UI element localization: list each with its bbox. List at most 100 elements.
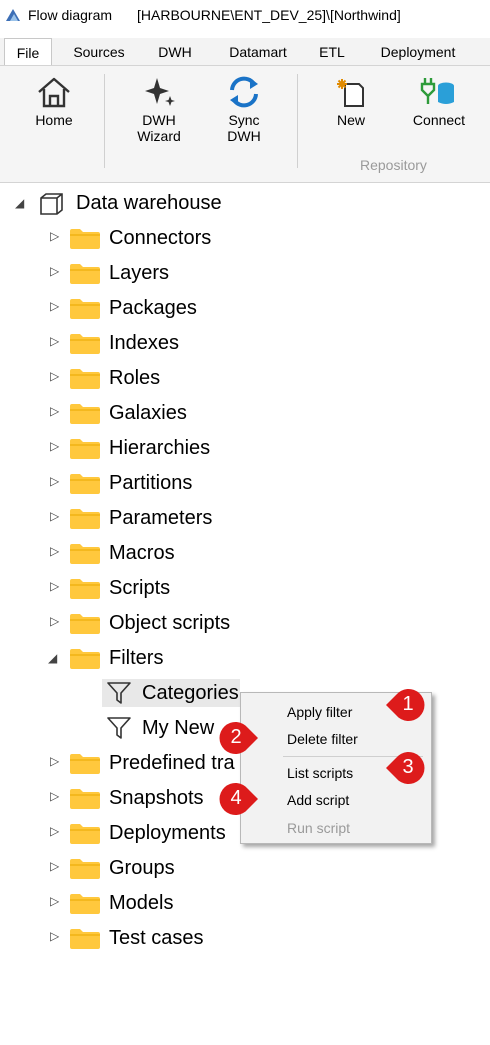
home-button[interactable]: Home (24, 74, 84, 128)
folder-icon (70, 614, 100, 634)
tree-item-label: Models (109, 892, 174, 914)
folder-icon (70, 404, 100, 424)
tree-item[interactable]: ▷ Indexes (0, 330, 300, 356)
expand-arrow-icon[interactable]: ▷ (50, 544, 59, 558)
tree-item[interactable]: ▷ Packages (0, 295, 300, 321)
expand-arrow-icon[interactable]: ▷ (50, 369, 59, 383)
folder-icon (70, 544, 100, 564)
new-document-icon (337, 79, 364, 107)
sync-dwh-button[interactable]: Sync DWH (212, 74, 276, 144)
window-path: [HARBOURNE\ENT_DEV_25]\[Northwind] (137, 7, 401, 23)
folder-icon (70, 229, 100, 249)
expand-arrow-icon[interactable]: ▷ (50, 404, 59, 418)
tree-item[interactable]: ▷ Layers (0, 260, 300, 286)
tree-item[interactable]: ▷ Hierarchies (0, 435, 300, 461)
expand-arrow-icon[interactable]: ▷ (50, 614, 59, 628)
tab-etl[interactable]: ETL (310, 38, 354, 66)
folder-icon (70, 299, 100, 319)
callout-number: 2 (230, 726, 242, 748)
tree-item-label: Partitions (109, 472, 193, 494)
tree-item-label: Snapshots (109, 787, 204, 809)
tree-item-label: Roles (109, 367, 161, 389)
tree-item-label: Groups (109, 857, 175, 879)
expand-arrow-icon[interactable]: ▷ (50, 509, 59, 523)
filter-item-label: Categories (142, 682, 239, 704)
menu-item-apply-filter[interactable]: Apply filter (287, 704, 352, 720)
folder-icon (70, 509, 100, 529)
filter-item-categories[interactable]: Categories (0, 680, 260, 706)
folder-icon (70, 579, 100, 599)
repository-group-label: Repository (360, 157, 427, 173)
tree-item-label: Packages (109, 297, 197, 319)
dwh-wizard-label-2: Wizard (137, 128, 181, 144)
new-button[interactable]: New (326, 74, 376, 128)
tab-datamart[interactable]: Datamart (218, 38, 298, 66)
connect-label: Connect (412, 112, 466, 128)
tree-item[interactable]: ▷ Connectors (0, 225, 300, 251)
menu-item-delete-filter[interactable]: Delete filter (287, 731, 358, 747)
tab-dwh[interactable]: DWH (150, 38, 200, 66)
tree-item-label: Indexes (109, 332, 180, 354)
callout-number: 3 (402, 756, 414, 778)
tree-item-label: Layers (109, 262, 170, 284)
tree-item-label: Scripts (109, 577, 171, 599)
tree-item-label: Macros (109, 542, 175, 564)
folder-icon (70, 649, 100, 669)
folder-icon (70, 334, 100, 354)
expand-arrow-icon[interactable]: ▷ (50, 299, 59, 313)
collapse-arrow-icon[interactable]: ◢ (48, 651, 57, 665)
callout-badge-3: 3 (386, 750, 430, 786)
tree-item[interactable]: ▷ Galaxies (0, 400, 300, 426)
ribbon-tabs: File Sources DWH Datamart ETL Deployment (0, 38, 490, 66)
collapse-arrow-icon[interactable]: ◢ (15, 196, 24, 210)
tree-item[interactable]: ▷ Object scripts (0, 610, 300, 636)
folder-icon (70, 894, 100, 914)
dwh-wizard-button[interactable]: DWH Wizard (124, 74, 194, 144)
connect-button[interactable]: Connect (404, 74, 474, 128)
folder-icon (70, 789, 100, 809)
app-logo-icon (6, 9, 20, 21)
expand-arrow-icon[interactable]: ▷ (50, 579, 59, 593)
expand-arrow-icon[interactable]: ▷ (50, 789, 59, 803)
tree-root[interactable]: ◢ Data warehouse (0, 190, 300, 216)
tree-item[interactable]: ▷ Groups (0, 855, 300, 881)
sync-label-1: Sync (228, 112, 260, 128)
expand-arrow-icon[interactable]: ▷ (50, 894, 59, 908)
tab-sources[interactable]: Sources (64, 38, 134, 66)
menu-item-list-scripts[interactable]: List scripts (287, 765, 353, 781)
expand-arrow-icon[interactable]: ▷ (50, 754, 59, 768)
tree-item[interactable]: ▷ Parameters (0, 505, 300, 531)
tree-item-label: Object scripts (109, 612, 231, 634)
expand-arrow-icon[interactable]: ▷ (50, 229, 59, 243)
tab-file[interactable]: File (4, 38, 52, 66)
sparkle-icon (145, 78, 175, 106)
expand-arrow-icon[interactable]: ▷ (50, 439, 59, 453)
home-label: Home (35, 112, 73, 128)
tree-item-label: Hierarchies (109, 437, 211, 459)
tree-item[interactable]: ▷ Test cases (0, 925, 300, 951)
expand-arrow-icon[interactable]: ▷ (50, 824, 59, 838)
folder-icon (70, 754, 100, 774)
expand-arrow-icon[interactable]: ▷ (50, 929, 59, 943)
folder-icon (70, 474, 100, 494)
expand-arrow-icon[interactable]: ▷ (50, 264, 59, 278)
dwh-wizard-label-1: DWH (142, 112, 176, 128)
ribbon-divider (297, 74, 298, 168)
tree-item-filters[interactable]: ◢ Filters (0, 645, 300, 671)
callout-number: 1 (402, 693, 414, 715)
tree-item[interactable]: ▷ Partitions (0, 470, 300, 496)
folder-icon (70, 369, 100, 389)
expand-arrow-icon[interactable]: ▷ (50, 859, 59, 873)
tree-item-label: Deployments (109, 822, 226, 844)
tree-item[interactable]: ▷ Roles (0, 365, 300, 391)
filter-icon (107, 682, 131, 704)
expand-arrow-icon[interactable]: ▷ (50, 474, 59, 488)
tree-item[interactable]: ▷ Macros (0, 540, 300, 566)
plug-database-icon (420, 78, 454, 104)
sync-icon (230, 76, 258, 108)
tab-deployment[interactable]: Deployment (368, 38, 468, 66)
tree-item[interactable]: ▷ Models (0, 890, 300, 916)
expand-arrow-icon[interactable]: ▷ (50, 334, 59, 348)
menu-item-add-script[interactable]: Add script (287, 792, 349, 808)
tree-item[interactable]: ▷ Scripts (0, 575, 300, 601)
